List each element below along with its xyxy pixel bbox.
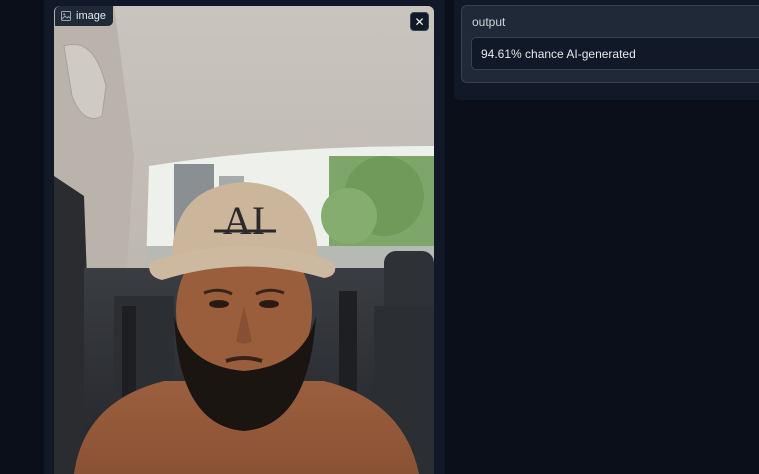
close-icon: ✕ (414, 14, 425, 29)
image-input-label: image (55, 6, 113, 26)
clear-image-button[interactable]: ✕ (410, 12, 429, 31)
output-textbox[interactable]: 94.61% chance AI-generated (471, 37, 759, 70)
output-label: output (472, 15, 506, 29)
image-input[interactable]: AI (54, 6, 434, 474)
cap-logo-text: AI (223, 198, 265, 243)
image-input-label-text: image (76, 10, 106, 22)
uploaded-photo: AI (54, 6, 434, 474)
image-icon (61, 11, 71, 21)
